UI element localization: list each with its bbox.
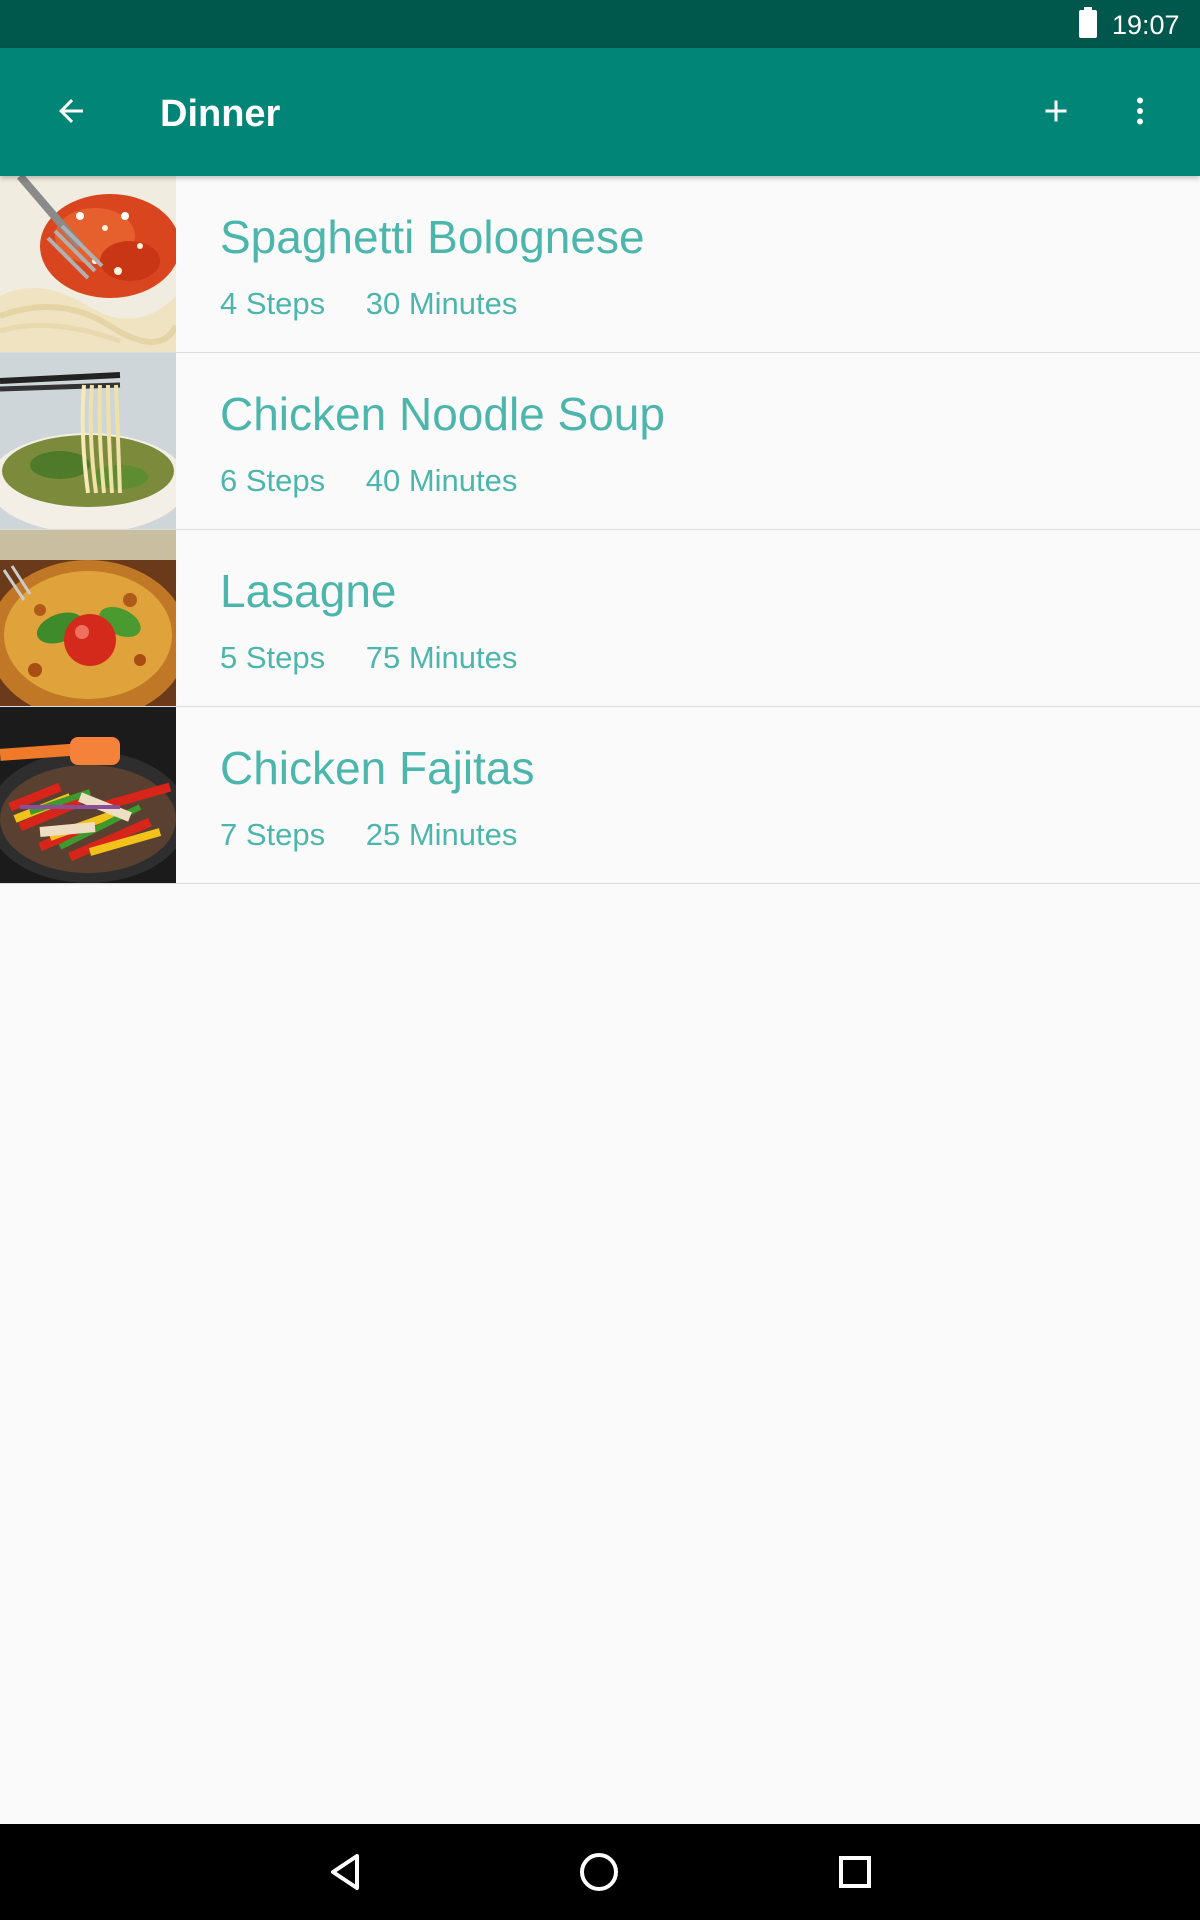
- system-nav-bar: [0, 1824, 1200, 1920]
- recipe-title: Chicken Fajitas: [220, 742, 535, 794]
- recipe-title: Spaghetti Bolognese: [220, 211, 645, 263]
- list-item[interactable]: Lasagne 5 Steps 75 Minutes: [0, 530, 1200, 707]
- recipe-meta: 5 Steps 75 Minutes: [220, 640, 517, 676]
- status-time: 19:07: [1112, 10, 1180, 40]
- nav-home-icon: [580, 1853, 618, 1891]
- recipe-thumbnail-fajitas: [0, 707, 176, 883]
- recipe-title: Lasagne: [220, 565, 397, 617]
- add-recipe-button[interactable]: [1020, 75, 1092, 147]
- nav-back-button[interactable]: [309, 1836, 381, 1908]
- app-bar: Dinner: [0, 48, 1200, 176]
- nav-recents-button[interactable]: [819, 1836, 891, 1908]
- more-vert-icon: [1137, 97, 1143, 125]
- recipe-thumbnail-spaghetti: [0, 176, 176, 352]
- recipe-duration: 40 Minutes: [365, 463, 518, 498]
- nav-home-button[interactable]: [563, 1836, 635, 1908]
- recipe-title: Chicken Noodle Soup: [220, 388, 665, 440]
- plus-icon: [1045, 100, 1067, 122]
- recipe-thumbnail-noodle-soup: [0, 353, 176, 529]
- recipe-meta: 4 Steps 30 Minutes: [220, 286, 517, 322]
- nav-recents-icon: [839, 1856, 871, 1888]
- recipe-thumbnail-lasagne: [0, 530, 176, 706]
- arrow-back-icon: [59, 99, 83, 123]
- recipe-meta: 7 Steps 25 Minutes: [220, 817, 517, 853]
- status-bar: 19:07: [0, 0, 1200, 48]
- recipe-steps: 6 Steps: [220, 463, 326, 498]
- recipe-meta: 6 Steps 40 Minutes: [220, 463, 517, 499]
- recipe-duration: 30 Minutes: [365, 286, 518, 321]
- battery-full-icon: [1079, 7, 1097, 38]
- list-item[interactable]: Spaghetti Bolognese 4 Steps 30 Minutes: [0, 176, 1200, 353]
- nav-back-icon: [331, 1854, 359, 1890]
- recipe-steps: 7 Steps: [220, 817, 326, 852]
- recipe-steps: 5 Steps: [220, 640, 326, 675]
- recipe-duration: 75 Minutes: [365, 640, 518, 675]
- list-item[interactable]: Chicken Fajitas 7 Steps 25 Minutes: [0, 707, 1200, 884]
- list-item[interactable]: Chicken Noodle Soup 6 Steps 40 Minutes: [0, 353, 1200, 530]
- more-options-button[interactable]: [1104, 75, 1176, 147]
- recipe-list: Spaghetti Bolognese 4 Steps 30 Minutes C…: [0, 176, 1200, 884]
- recipe-steps: 4 Steps: [220, 286, 326, 321]
- back-button[interactable]: [35, 75, 107, 147]
- recipe-duration: 25 Minutes: [365, 817, 518, 852]
- page-title: Dinner: [160, 93, 281, 135]
